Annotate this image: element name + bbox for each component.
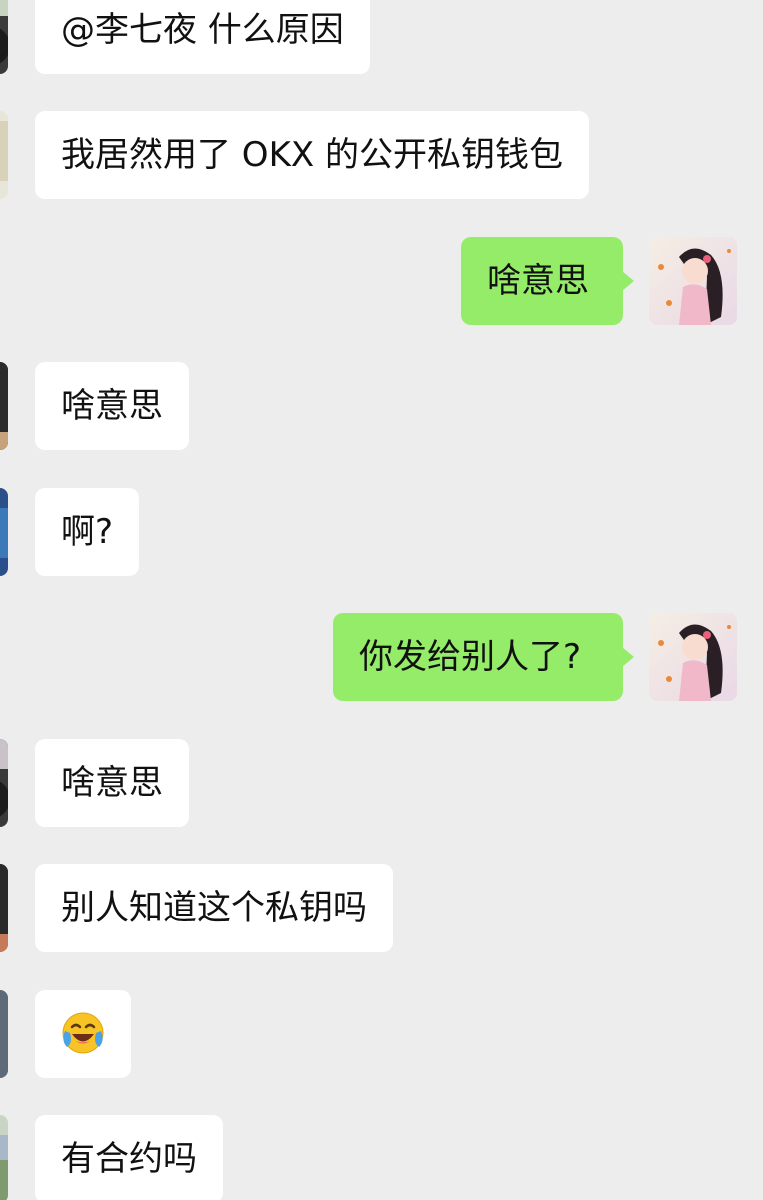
incoming-message-bubble[interactable]: 啥意思	[35, 362, 189, 450]
contact-avatar[interactable]	[0, 0, 8, 74]
contact-avatar[interactable]	[0, 362, 8, 450]
laughing-crying-emoji-icon	[62, 1012, 104, 1053]
contact-avatar[interactable]	[0, 864, 8, 952]
anime-girl-avatar[interactable]	[649, 237, 737, 325]
contact-avatar[interactable]	[0, 739, 8, 827]
contact-avatar[interactable]	[0, 111, 8, 199]
contact-avatar[interactable]	[0, 990, 8, 1078]
emoji-message-bubble[interactable]	[35, 990, 131, 1078]
incoming-message-bubble[interactable]: 我居然用了 OKX 的公开私钥钱包	[35, 111, 589, 199]
contact-avatar[interactable]	[0, 488, 8, 576]
outgoing-message-bubble[interactable]: 啥意思	[461, 237, 634, 325]
outgoing-message-bubble[interactable]: 你发给别人了?	[333, 613, 634, 701]
incoming-message-bubble[interactable]: 啊?	[35, 488, 140, 576]
incoming-message-bubble[interactable]: 别人知道这个私钥吗	[35, 864, 393, 952]
incoming-message-bubble[interactable]: 有合约吗	[35, 1115, 223, 1200]
chat-message-list[interactable]: @李七夜 什么原因 我居然用了 OKX 的公开私钥钱包 啥意思 啥意思 啊? 你…	[0, 0, 763, 1200]
incoming-message-bubble[interactable]: 啥意思	[35, 739, 189, 827]
incoming-message-bubble[interactable]: @李七夜 什么原因	[35, 0, 370, 74]
contact-avatar[interactable]	[0, 1115, 8, 1200]
anime-girl-avatar[interactable]	[649, 613, 737, 701]
